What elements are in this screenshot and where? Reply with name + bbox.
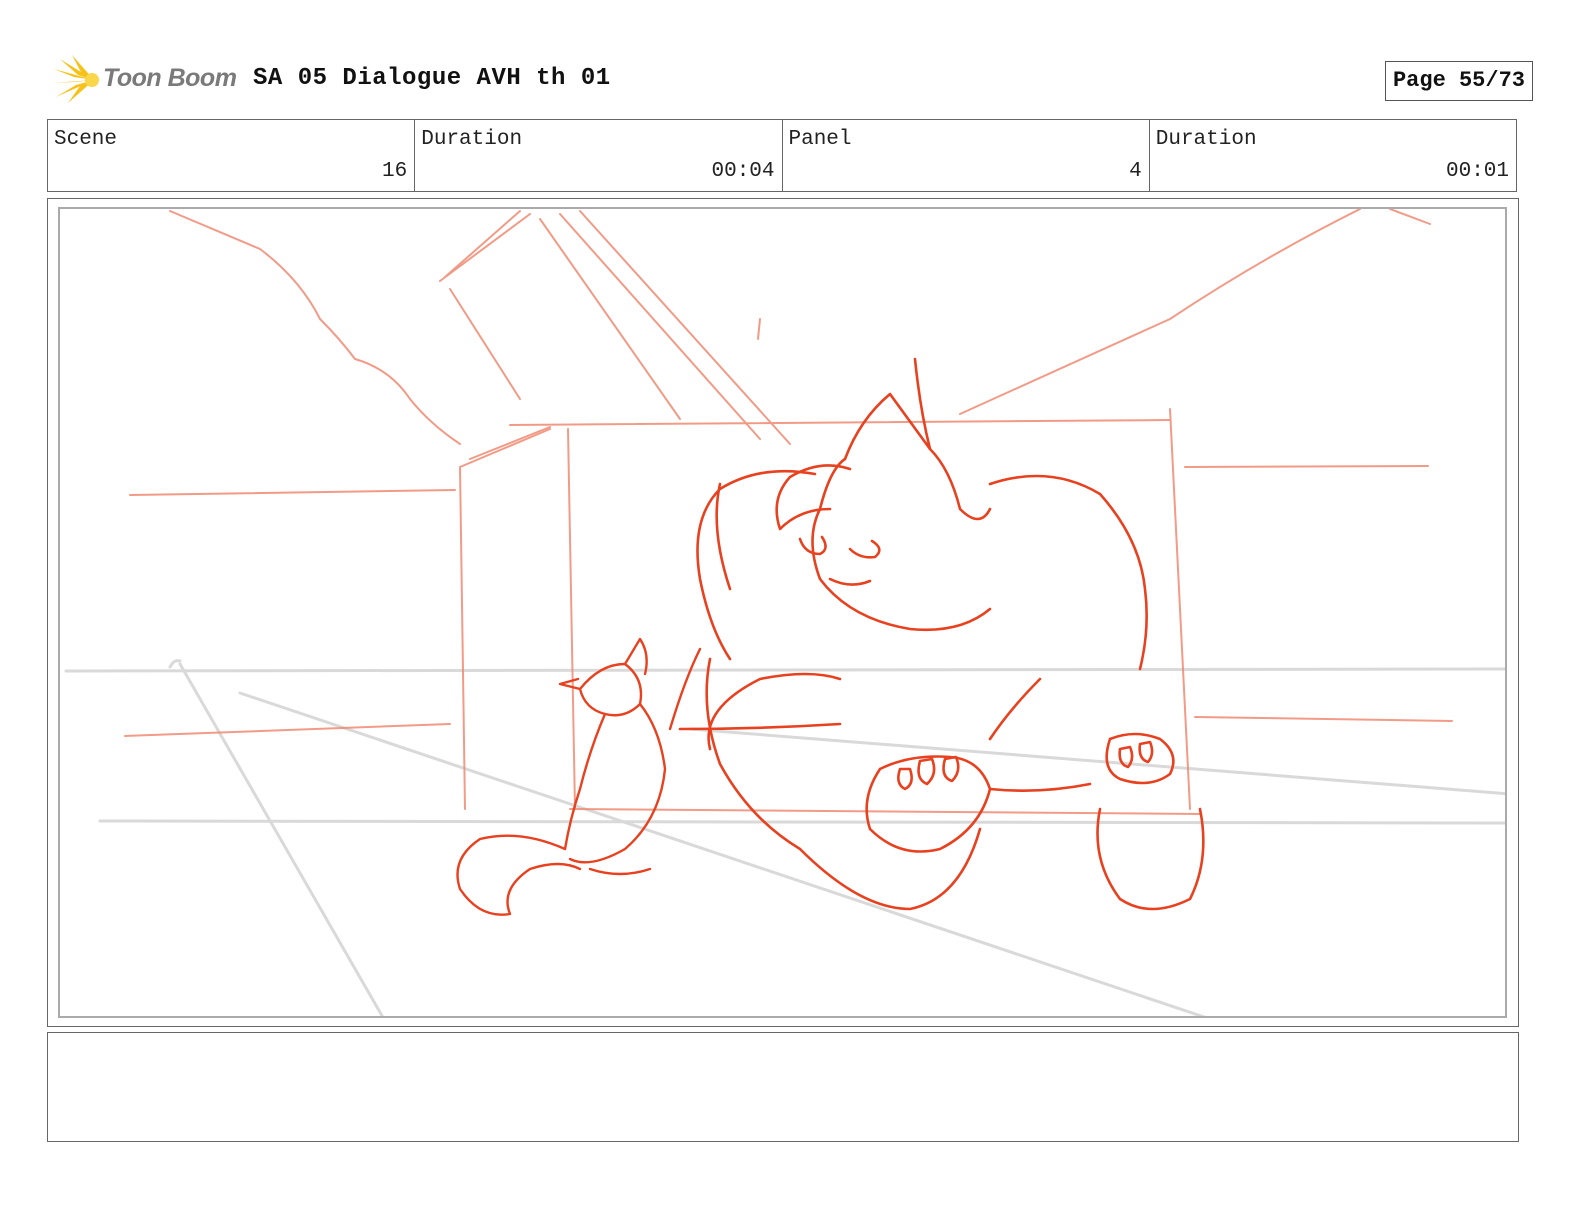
panel-duration-value: 00:01 xyxy=(1445,160,1509,183)
panel-duration-label: Duration xyxy=(1155,128,1257,151)
page-header: Toon Boom SA 05 Dialogue AVH th 01 Page … xyxy=(50,55,1535,105)
toon-boom-logo: Toon Boom xyxy=(50,55,240,105)
page-indicator: Page 55/73 xyxy=(1384,61,1533,101)
logo-text: Toon Boom xyxy=(103,64,237,92)
scene-label: Scene xyxy=(54,128,118,151)
panel-frame xyxy=(47,198,1519,1027)
panel-duration-cell: Duration 00:01 xyxy=(1150,120,1516,191)
panel-value: 4 xyxy=(1129,160,1142,183)
document-title: SA 05 Dialogue AVH th 01 xyxy=(253,65,611,92)
scene-info-table: Scene 16 Duration 00:04 Panel 4 Duration… xyxy=(47,119,1517,192)
panel-notes-box xyxy=(47,1032,1519,1142)
panel-cell: Panel 4 xyxy=(783,120,1150,191)
scene-duration-value: 00:04 xyxy=(711,160,775,183)
panel-label: Panel xyxy=(788,128,852,151)
storyboard-sketch xyxy=(64,209,1505,1016)
scene-duration-cell: Duration 00:04 xyxy=(415,120,783,191)
scene-value: 16 xyxy=(382,160,408,183)
scene-duration-label: Duration xyxy=(421,128,523,151)
scene-cell: Scene 16 xyxy=(48,120,416,191)
storyboard-panel xyxy=(58,207,1507,1018)
starburst-icon xyxy=(52,55,99,103)
